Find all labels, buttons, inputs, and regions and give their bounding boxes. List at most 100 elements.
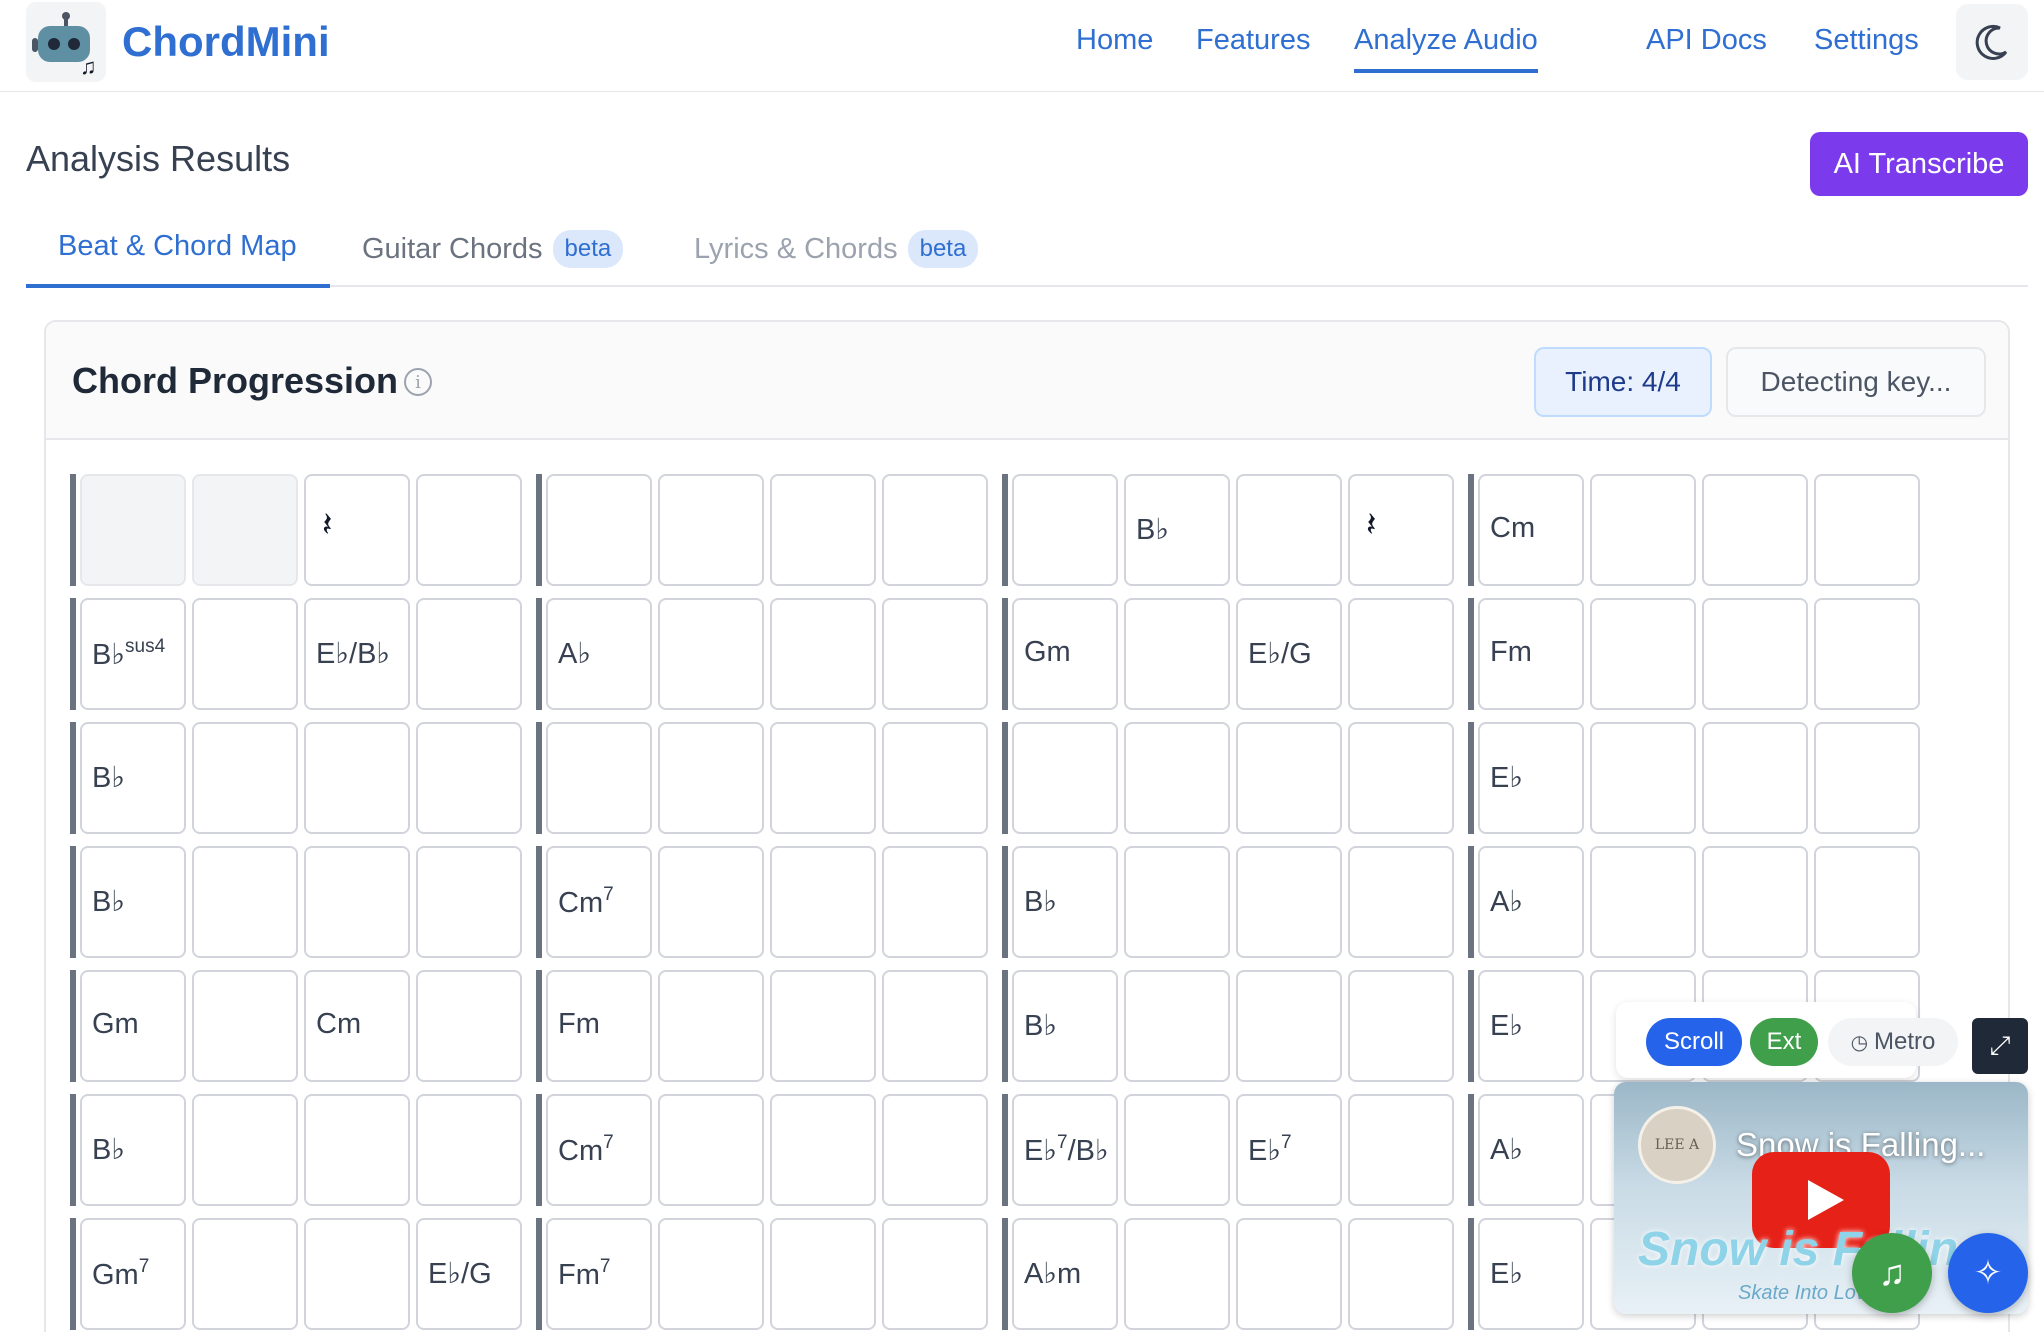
beat-cell[interactable]: B♭ [80, 1094, 186, 1206]
beat-cell[interactable] [192, 970, 298, 1082]
nav-api-docs[interactable]: API Docs [1646, 24, 1767, 57]
beat-cell[interactable] [1348, 970, 1454, 1082]
beat-cell[interactable] [1348, 722, 1454, 834]
beat-cell[interactable] [1236, 846, 1342, 958]
theme-toggle-button[interactable] [1956, 4, 2028, 80]
beat-cell[interactable] [770, 970, 876, 1082]
beat-cell[interactable] [304, 1094, 410, 1206]
nav-settings[interactable]: Settings [1814, 24, 1919, 57]
beat-cell[interactable] [658, 970, 764, 1082]
beat-cell[interactable] [1124, 1218, 1230, 1330]
beat-cell[interactable] [1814, 846, 1920, 958]
beat-cell[interactable] [192, 1094, 298, 1206]
beat-cell[interactable]: Fm7 [546, 1218, 652, 1330]
beat-cell[interactable] [1590, 846, 1696, 958]
beat-cell[interactable]: Fm [546, 970, 652, 1082]
beat-cell[interactable]: B♭ [80, 846, 186, 958]
beat-cell[interactable]: B♭ [80, 722, 186, 834]
beat-cell[interactable] [1348, 846, 1454, 958]
beat-cell[interactable] [770, 846, 876, 958]
beat-cell[interactable] [1124, 970, 1230, 1082]
beat-cell[interactable]: E♭ [1478, 722, 1584, 834]
scroll-toggle-button[interactable]: Scroll [1646, 1018, 1742, 1066]
tab-guitar-chords[interactable]: Guitar Chords beta [362, 230, 624, 268]
beat-cell[interactable] [416, 846, 522, 958]
info-icon[interactable]: i [404, 368, 432, 396]
beat-cell[interactable] [1702, 722, 1808, 834]
beat-cell[interactable] [1124, 598, 1230, 710]
beat-cell[interactable] [1012, 722, 1118, 834]
metronome-button[interactable]: ◷ Metro [1828, 1018, 1958, 1066]
tab-lyrics-chords[interactable]: Lyrics & Chords beta [694, 230, 979, 268]
beat-cell[interactable] [416, 598, 522, 710]
beat-cell[interactable]: Cm7 [546, 1094, 652, 1206]
beat-cell[interactable] [192, 1218, 298, 1330]
beat-cell[interactable]: 𝄽 [1348, 474, 1454, 586]
beat-cell[interactable]: A♭ [1478, 1094, 1584, 1206]
beat-cell[interactable]: B♭ [1012, 846, 1118, 958]
beat-cell[interactable] [1814, 598, 1920, 710]
beat-cell[interactable] [1124, 1094, 1230, 1206]
beat-cell[interactable] [1814, 474, 1920, 586]
beat-cell[interactable] [1236, 970, 1342, 1082]
beat-cell[interactable] [658, 722, 764, 834]
beat-cell[interactable] [416, 970, 522, 1082]
sparkle-icon[interactable]: ✧ [1948, 1233, 2028, 1313]
beat-cell[interactable] [1124, 722, 1230, 834]
beat-cell[interactable]: E♭/G [1236, 598, 1342, 710]
beat-cell[interactable] [658, 1094, 764, 1206]
beat-cell[interactable] [770, 474, 876, 586]
beat-cell[interactable] [882, 598, 988, 710]
beat-cell[interactable] [770, 598, 876, 710]
beat-cell[interactable] [1236, 1218, 1342, 1330]
beat-cell[interactable] [658, 474, 764, 586]
beat-cell[interactable]: E♭7/B♭ [1012, 1094, 1118, 1206]
ai-transcribe-button[interactable]: AI Transcribe [1810, 132, 2028, 196]
beat-cell[interactable]: Gm [1012, 598, 1118, 710]
nav-analyze-audio[interactable]: Analyze Audio [1354, 24, 1538, 73]
beat-cell[interactable]: B♭sus4 [80, 598, 186, 710]
beat-cell[interactable] [192, 598, 298, 710]
beat-cell[interactable] [1348, 1218, 1454, 1330]
channel-avatar[interactable]: LEE A [1638, 1106, 1716, 1184]
nav-features[interactable]: Features [1196, 24, 1310, 57]
beat-cell[interactable] [1702, 846, 1808, 958]
brand-name[interactable]: ChordMini [122, 18, 330, 66]
beat-cell[interactable] [192, 846, 298, 958]
beat-cell[interactable] [1124, 846, 1230, 958]
beat-cell[interactable] [304, 722, 410, 834]
beat-cell[interactable]: B♭ [1124, 474, 1230, 586]
beat-cell[interactable] [416, 722, 522, 834]
beat-cell[interactable]: A♭ [1478, 846, 1584, 958]
beat-cell[interactable] [770, 1094, 876, 1206]
beat-cell[interactable] [770, 1218, 876, 1330]
beat-cell[interactable]: Gm7 [80, 1218, 186, 1330]
beat-cell[interactable]: E♭/B♭ [304, 598, 410, 710]
beat-cell[interactable]: E♭/G [416, 1218, 522, 1330]
beat-cell[interactable] [882, 1218, 988, 1330]
beat-cell[interactable]: A♭m [1012, 1218, 1118, 1330]
beat-cell[interactable] [416, 474, 522, 586]
beat-cell[interactable]: A♭ [546, 598, 652, 710]
beat-cell[interactable] [1236, 474, 1342, 586]
beat-cell[interactable] [304, 846, 410, 958]
beat-cell[interactable]: Cm [1478, 474, 1584, 586]
beat-cell[interactable]: E♭ [1478, 1218, 1584, 1330]
beat-cell[interactable] [882, 970, 988, 1082]
beat-cell[interactable] [1702, 598, 1808, 710]
beat-cell[interactable]: Fm [1478, 598, 1584, 710]
beat-cell[interactable]: E♭7 [1236, 1094, 1342, 1206]
beat-cell[interactable] [1590, 474, 1696, 586]
beat-cell[interactable] [882, 474, 988, 586]
beat-cell[interactable] [1590, 722, 1696, 834]
beat-cell[interactable]: B♭ [1012, 970, 1118, 1082]
beat-cell[interactable] [1348, 1094, 1454, 1206]
beat-cell[interactable] [770, 722, 876, 834]
ext-toggle-button[interactable]: Ext [1750, 1018, 1818, 1066]
beat-cell[interactable]: Cm [304, 970, 410, 1082]
beat-cell[interactable] [1814, 722, 1920, 834]
beat-cell[interactable] [1348, 598, 1454, 710]
robot-logo-icon[interactable]: ♫ [26, 2, 106, 82]
beat-cell[interactable] [1236, 722, 1342, 834]
beat-cell[interactable] [546, 722, 652, 834]
